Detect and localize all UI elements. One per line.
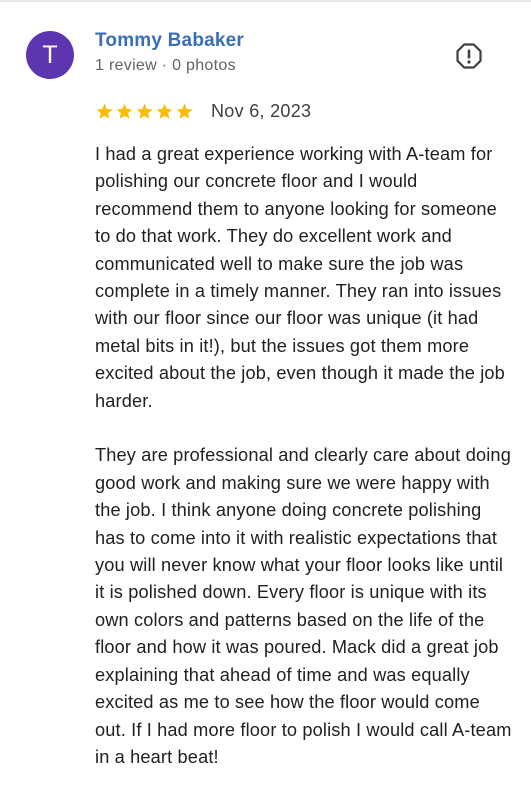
review-paragraph: I had a great experience working with A-… [95,144,505,411]
review-paragraph: They are professional and clearly care a… [95,445,512,767]
star-rating [95,102,194,121]
star-icon [156,103,173,119]
report-flag-icon [456,43,482,69]
rating-row: Nov 6, 2023 [95,100,311,122]
star-icon [176,103,193,119]
avatar[interactable]: T [26,31,74,79]
reviewer-name[interactable]: Tommy Babaker [95,30,244,52]
report-button[interactable] [455,42,483,70]
top-divider [0,0,531,2]
star-icon [136,103,153,119]
reviewer-meta: 1 review · 0 photos [95,57,236,74]
star-icon [116,103,133,119]
review-text: I had a great experience working with A-… [95,141,515,771]
review-date: Nov 6, 2023 [211,100,312,121]
star-icon [96,103,113,119]
